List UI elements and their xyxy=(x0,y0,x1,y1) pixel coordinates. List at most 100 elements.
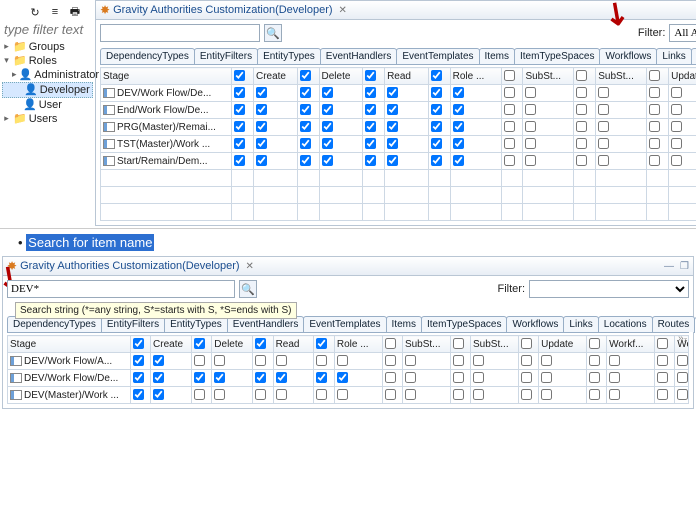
perm-checkbox xyxy=(677,355,688,366)
col-header[interactable] xyxy=(297,68,319,85)
tab-itemtypespaces[interactable]: ItemTypeSpaces xyxy=(514,48,600,64)
tab-items[interactable]: Items xyxy=(479,48,515,64)
stage-cell[interactable]: End/Work Flow/De... xyxy=(101,102,232,119)
perm-checkbox xyxy=(504,121,515,132)
search-input[interactable] xyxy=(100,24,260,42)
col-header[interactable] xyxy=(382,336,402,353)
pin-icon: ✸ xyxy=(100,3,110,17)
tab-routes[interactable]: Routes xyxy=(652,316,696,332)
col-header[interactable]: SubSt... xyxy=(596,68,647,85)
stage-cell[interactable]: DEV/Work Flow/A... xyxy=(8,353,131,370)
stage-cell[interactable]: PRG(Master)/Remai... xyxy=(101,119,232,136)
tab-eventtemplates[interactable]: EventTemplates xyxy=(396,48,479,64)
search-input[interactable] xyxy=(7,280,235,298)
col-header[interactable]: Delete xyxy=(319,68,363,85)
close-icon[interactable]: ✕ xyxy=(246,261,254,272)
maximize-icon[interactable]: ❐ xyxy=(680,261,689,272)
stage-cell[interactable]: TST(Master)/Work ... xyxy=(101,136,232,153)
col-header[interactable] xyxy=(574,68,596,85)
filter-label: Filter: xyxy=(638,27,666,39)
tree-node[interactable]: ▸📁Users xyxy=(2,112,93,126)
perm-checkbox xyxy=(677,372,688,383)
tree-filter-input[interactable] xyxy=(2,21,93,38)
col-header[interactable] xyxy=(253,336,273,353)
perm-checkbox xyxy=(521,372,532,383)
col-header[interactable] xyxy=(314,336,334,353)
search-icon[interactable]: 🔍 xyxy=(264,24,282,42)
tab-workflows[interactable]: Workflows xyxy=(506,316,564,332)
tree-node[interactable]: 👤Developer xyxy=(2,82,93,98)
col-header[interactable]: Read xyxy=(273,336,314,353)
tree-node[interactable]: ▸📁Groups xyxy=(2,40,93,54)
col-header[interactable] xyxy=(428,68,450,85)
col-header[interactable] xyxy=(130,336,150,353)
col-header[interactable]: Workf... xyxy=(607,336,655,353)
col-header[interactable]: Role ... xyxy=(450,68,501,85)
col-header[interactable]: Create xyxy=(253,68,297,85)
stage-cell[interactable]: DEV/Work Flow/De... xyxy=(101,85,232,102)
col-header[interactable]: Create xyxy=(151,336,192,353)
col-header[interactable] xyxy=(501,68,523,85)
perm-checkbox xyxy=(541,389,552,400)
perm-checkbox xyxy=(255,355,266,366)
tree-node[interactable]: ▾📁Roles xyxy=(2,54,93,68)
filter-select[interactable]: All Authorized Stages xyxy=(669,24,696,42)
col-header[interactable]: Update xyxy=(669,68,696,85)
perm-checkbox xyxy=(473,355,484,366)
perm-checkbox xyxy=(576,104,587,115)
tree-node[interactable]: ▸👤Administrator xyxy=(2,68,93,82)
tab-dependencytypes[interactable]: DependencyTypes xyxy=(100,48,195,64)
tab-locations[interactable]: Locations xyxy=(691,48,696,64)
perm-checkbox xyxy=(276,389,287,400)
perm-checkbox xyxy=(453,104,464,115)
tab-items[interactable]: Items xyxy=(386,316,422,332)
col-header[interactable] xyxy=(518,336,538,353)
table-row: TST(Master)/Work ... xyxy=(101,136,696,153)
col-header[interactable] xyxy=(363,68,385,85)
col-header[interactable] xyxy=(191,336,211,353)
col-header[interactable]: Stage xyxy=(8,336,131,353)
col-header[interactable]: Stage xyxy=(101,68,232,85)
tab-entitytypes[interactable]: EntityTypes xyxy=(257,48,321,64)
perm-checkbox xyxy=(657,372,668,383)
col-header[interactable]: Read xyxy=(385,68,429,85)
stage-cell[interactable]: Start/Remain/Dem... xyxy=(101,153,232,170)
close-icon[interactable]: ✕ xyxy=(339,5,347,16)
col-header[interactable] xyxy=(450,336,470,353)
col-header[interactable]: SubSt... xyxy=(471,336,519,353)
stage-cell[interactable]: DEV/Work Flow/De... xyxy=(8,370,131,387)
col-header[interactable]: SubSt... xyxy=(402,336,450,353)
tab-links[interactable]: Links xyxy=(563,316,598,332)
col-header[interactable] xyxy=(654,336,674,353)
tab-locations[interactable]: Locations xyxy=(598,316,653,332)
col-header[interactable]: SubSt... xyxy=(523,68,574,85)
tab-links[interactable]: Links xyxy=(656,48,691,64)
tab-eventtemplates[interactable]: EventTemplates xyxy=(303,316,386,332)
col-header[interactable] xyxy=(232,68,254,85)
perm-checkbox xyxy=(598,87,609,98)
minimize-icon[interactable]: — xyxy=(664,261,674,272)
perm-checkbox xyxy=(300,104,311,115)
col-header[interactable]: Delete xyxy=(212,336,253,353)
col-header[interactable]: Update xyxy=(539,336,587,353)
print-icon[interactable]: 🖶 xyxy=(66,4,84,20)
perm-checkbox xyxy=(405,355,416,366)
col-header[interactable] xyxy=(647,68,669,85)
col-header[interactable] xyxy=(586,336,606,353)
tab-entityfilters[interactable]: EntityFilters xyxy=(194,48,258,64)
refresh-icon[interactable]: ↻ xyxy=(26,4,44,20)
perm-checkbox xyxy=(256,87,267,98)
col-header[interactable]: Role ... xyxy=(334,336,382,353)
perm-checkbox xyxy=(322,121,333,132)
perm-checkbox xyxy=(387,87,398,98)
perm-checkbox xyxy=(256,155,267,166)
tab-itemtypespaces[interactable]: ItemTypeSpaces xyxy=(421,316,507,332)
perm-checkbox xyxy=(405,389,416,400)
search-icon[interactable]: 🔍 xyxy=(239,280,257,298)
stage-cell[interactable]: DEV(Master)/Work ... xyxy=(8,387,131,404)
tab-eventhandlers[interactable]: EventHandlers xyxy=(320,48,398,64)
tree-node[interactable]: 👤User xyxy=(2,98,93,112)
tab-workflows[interactable]: Workflows xyxy=(599,48,657,64)
filter-select[interactable] xyxy=(529,280,689,298)
list-icon[interactable]: ≡ xyxy=(46,4,64,20)
